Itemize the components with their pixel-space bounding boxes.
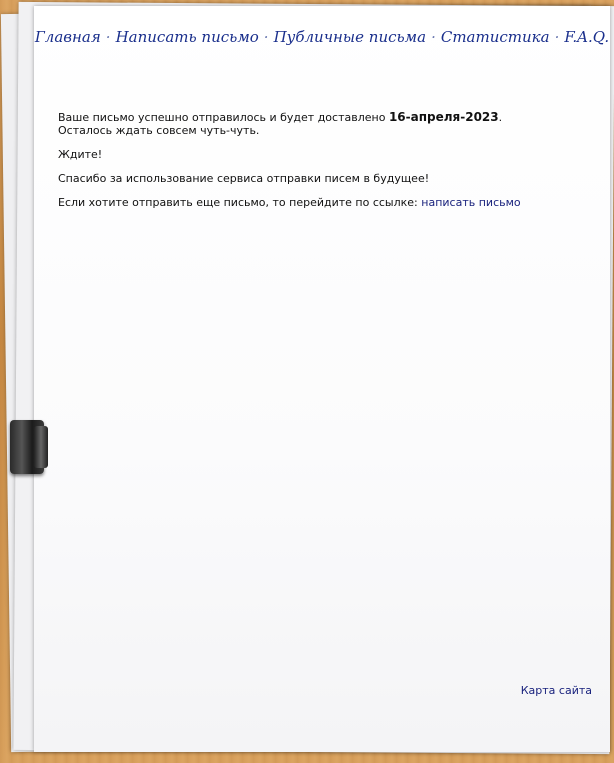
nav-separator: · — [105, 28, 111, 46]
confirmation-message: Ваше письмо успешно отправилось и будет … — [58, 111, 588, 220]
nav-write-letter-link[interactable]: Написать письмо — [116, 28, 259, 46]
delivery-info: Ваше письмо успешно отправилось и будет … — [58, 110, 588, 138]
sitemap-link[interactable]: Карта сайта — [521, 684, 592, 697]
nav-faq-link[interactable]: F.A.Q. — [564, 28, 609, 46]
nav-home-link[interactable]: Главная — [35, 28, 101, 46]
top-nav: Главная · Написать письмо · Публичные письма… — [34, 28, 610, 46]
wait-text: Ждите! — [58, 148, 103, 161]
nav-separator: · — [263, 28, 269, 46]
nav-separator: · — [431, 28, 436, 46]
nav-public-letters-link[interactable]: Публичные письма — [274, 28, 427, 46]
nav-statistics-link[interactable]: Статистика — [441, 28, 550, 46]
delivery-period: . — [498, 111, 503, 124]
write-more-text: Если хотите отправить еще письмо, то пер… — [58, 196, 418, 209]
wait-note: Осталось ждать совсем чуть-чуть. — [58, 124, 260, 137]
binder-clip-icon — [10, 420, 48, 474]
delivery-text: Ваше письмо успешно отправилось и будет … — [58, 111, 386, 124]
write-more-info: Если хотите отправить еще письмо, то пер… — [58, 196, 588, 209]
delivery-date: 16-апреля-2023 — [388, 110, 499, 124]
nav-separator: · — [554, 28, 560, 46]
thanks-text: Спасибо за использование сервиса отправк… — [58, 172, 430, 185]
write-letter-link[interactable]: написать письмо — [421, 196, 520, 209]
